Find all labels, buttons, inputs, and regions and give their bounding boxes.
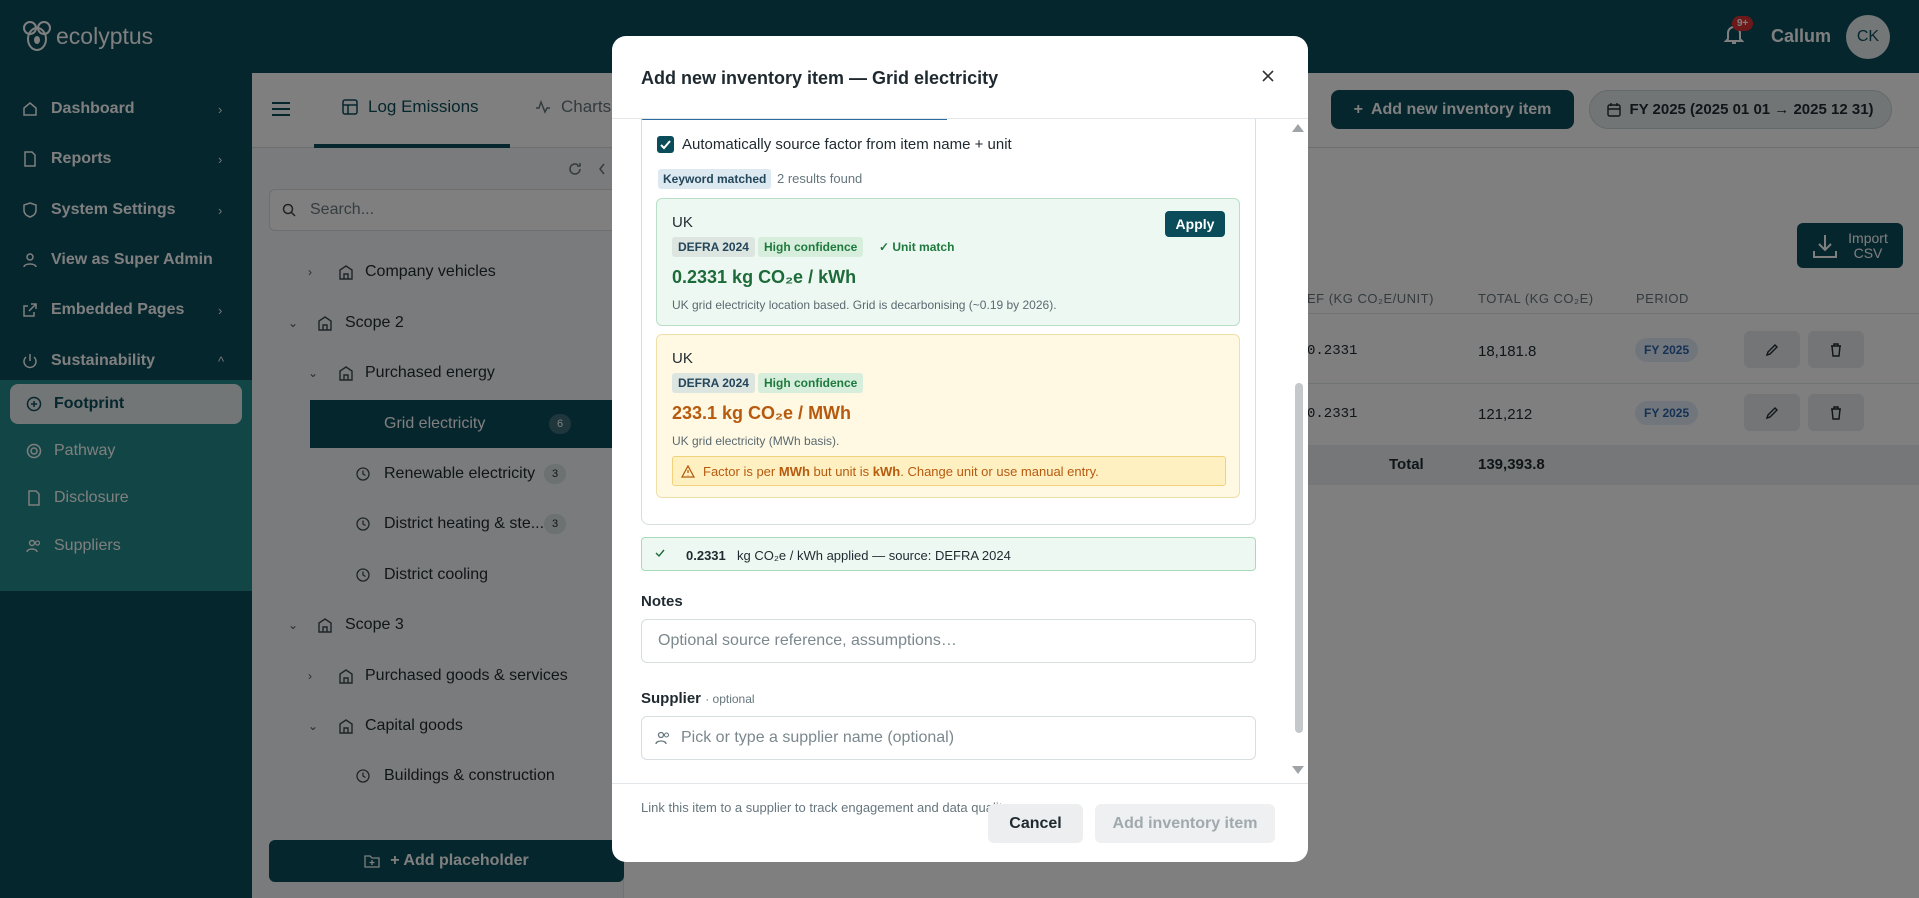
- scroll-thumb[interactable]: [1295, 383, 1303, 733]
- unit-mismatch-warning: Factor is per MWh but unit is kWh. Chang…: [672, 456, 1226, 486]
- applied-text: kg CO₂e / kWh applied — source: DEFRA 20…: [737, 548, 1011, 563]
- apply-button[interactable]: Apply: [1165, 211, 1225, 237]
- users-icon: [655, 731, 670, 745]
- check-icon: [655, 549, 665, 558]
- factor-description: UK grid electricity (MWh basis).: [672, 434, 840, 448]
- supplier-field[interactable]: Pick or type a supplier name (optional): [641, 716, 1256, 760]
- divider: [612, 783, 1308, 784]
- supplier-label-text: Supplier: [641, 690, 702, 707]
- source-tag: DEFRA 2024: [672, 237, 755, 257]
- factor-card-kwh[interactable]: UK Apply DEFRA 2024 High confidence ✓ Un…: [656, 198, 1240, 326]
- supplier-hint: Link this item to a supplier to track en…: [641, 800, 1012, 815]
- applied-factor-banner: 0.2331 kg CO₂e / kWh applied — source: D…: [641, 537, 1256, 571]
- warning-text-part: Factor is per: [703, 463, 779, 479]
- add-inventory-item-submit-button[interactable]: Add inventory item: [1095, 804, 1275, 843]
- card-country: UK: [672, 214, 693, 231]
- scroll-down-icon[interactable]: [1292, 765, 1304, 775]
- warning-text-part: . Change unit or use manual entry.: [900, 463, 1099, 479]
- cancel-button[interactable]: Cancel: [988, 804, 1083, 843]
- factor-value: 0.2331 kg CO₂e / kWh: [672, 267, 857, 287]
- card-country: UK: [672, 350, 693, 367]
- close-icon[interactable]: [1260, 68, 1276, 84]
- keyword-matched-badge: Keyword matched: [658, 169, 772, 189]
- notes-field[interactable]: Optional source reference, assumptions…: [641, 619, 1256, 663]
- supplier-label: Supplier · optional: [641, 690, 755, 707]
- modal-title: Add new inventory item — Grid electricit…: [641, 68, 999, 88]
- warning-icon: [681, 464, 695, 478]
- scroll-up-icon[interactable]: [1292, 123, 1304, 133]
- factor-card-mwh[interactable]: UK DEFRA 2024 High confidence 233.1 kg C…: [656, 334, 1240, 498]
- factor-value: 233.1 kg CO₂e / MWh: [672, 403, 852, 423]
- warning-text-bold: kWh: [872, 463, 901, 479]
- source-tag: DEFRA 2024: [672, 373, 755, 393]
- auto-source-checkbox[interactable]: [657, 136, 674, 153]
- applied-value: 0.2331: [686, 548, 726, 563]
- optional-hint: · optional: [705, 692, 755, 706]
- notes-placeholder: Optional source reference, assumptions…: [658, 632, 957, 649]
- add-inventory-modal: Add new inventory item — Grid electricit…: [612, 36, 1308, 862]
- factor-description: UK grid electricity location based. Grid…: [672, 298, 1057, 312]
- checkbox-label[interactable]: Automatically source factor from item na…: [682, 136, 1012, 153]
- confidence-tag: High confidence: [758, 237, 864, 257]
- unit-match-tag: ✓ Unit match: [879, 240, 955, 254]
- results-count: 2 results found: [777, 171, 863, 186]
- modal-body: Automatically source factor from item na…: [612, 119, 1308, 819]
- supplier-placeholder: Pick or type a supplier name (optional): [681, 729, 955, 746]
- warning-text: Factor is per MWh but unit is kWh. Chang…: [703, 464, 1099, 479]
- confidence-tag: High confidence: [758, 373, 864, 393]
- warning-text-bold: MWh: [778, 463, 810, 479]
- notes-label: Notes: [641, 593, 683, 610]
- modal-scrollbar[interactable]: [1292, 123, 1304, 779]
- warning-text-part: but unit is: [809, 463, 873, 479]
- check-icon: [660, 140, 671, 150]
